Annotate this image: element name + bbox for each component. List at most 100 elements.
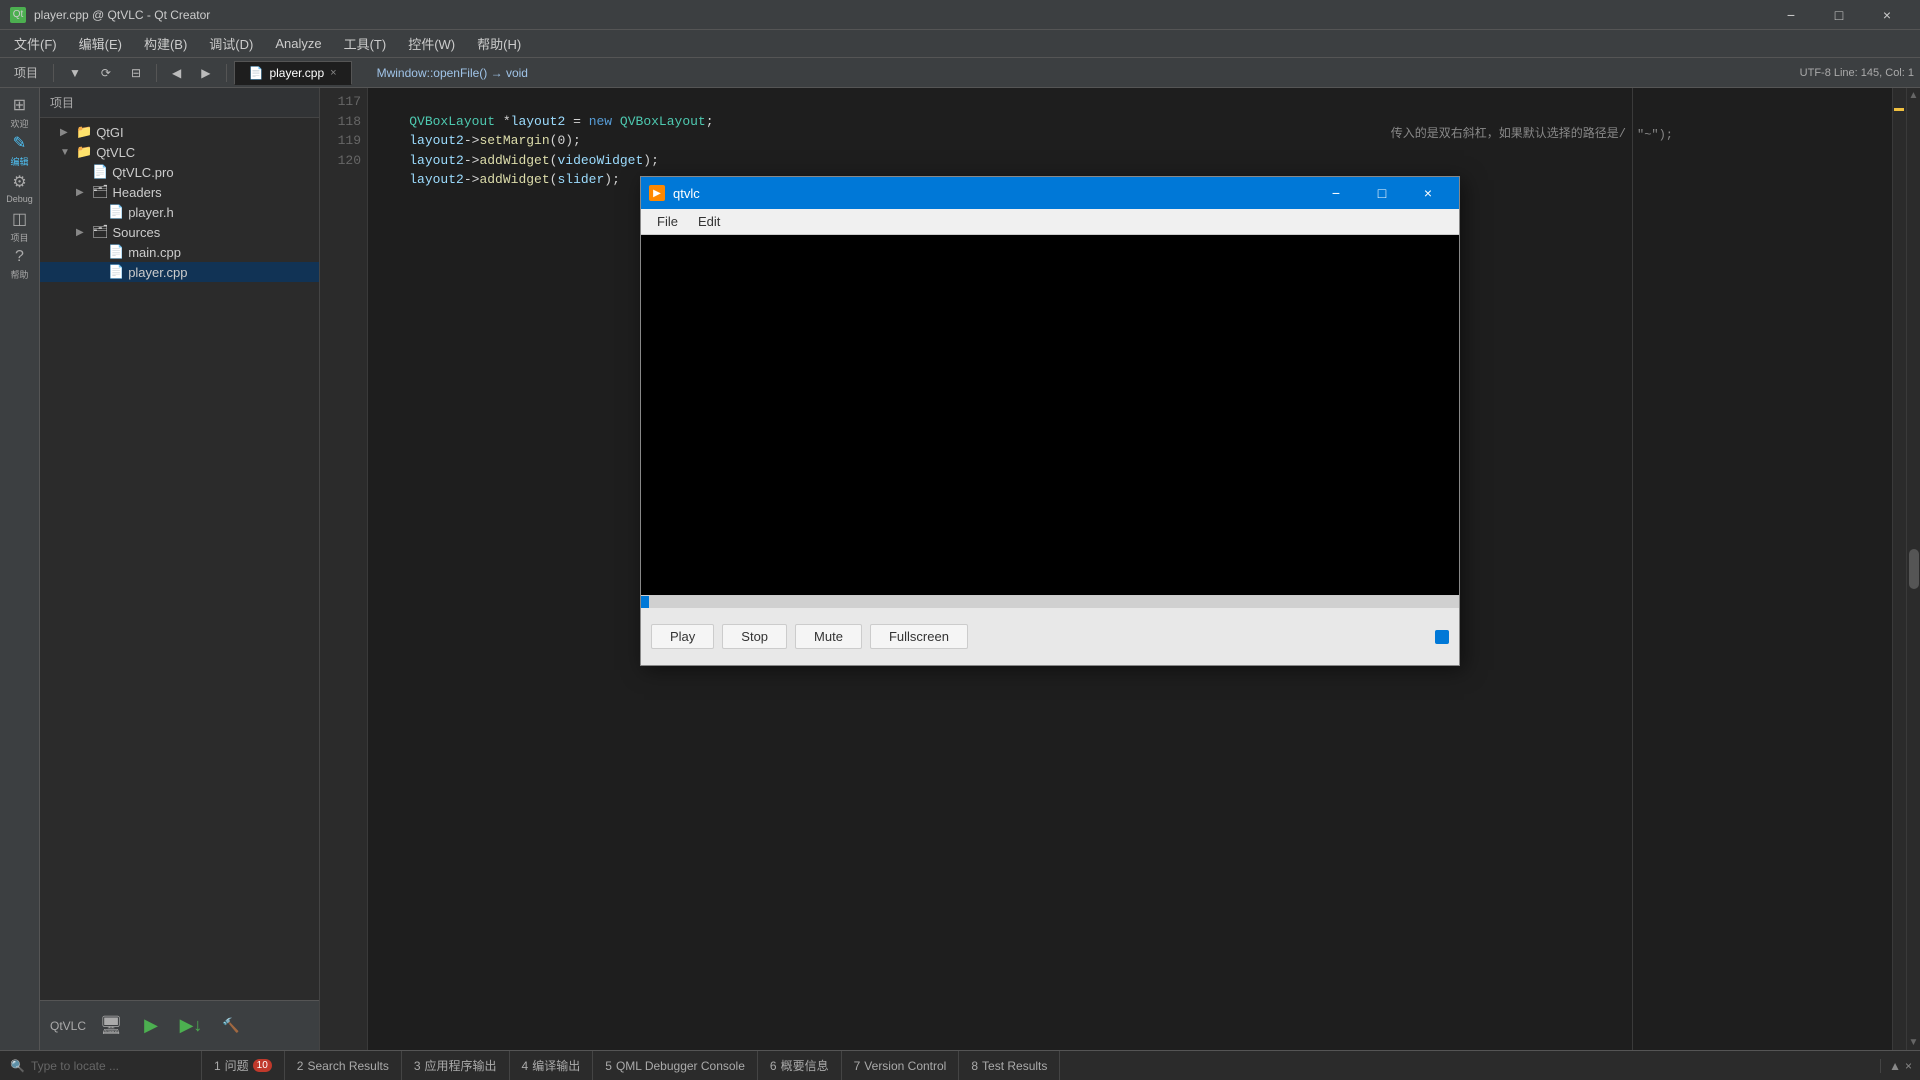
qtvlc-stop-button[interactable]: Stop xyxy=(722,624,787,649)
bottom-tab-test-results[interactable]: 8 Test Results xyxy=(959,1051,1060,1080)
tree-item-qtgi[interactable]: ▶ 📁 QtGI xyxy=(40,122,319,142)
bottom-tab-app-output[interactable]: 3 应用程序输出 xyxy=(402,1051,510,1080)
sources-label: Sources xyxy=(113,225,161,240)
maximize-button[interactable]: □ xyxy=(1816,3,1862,27)
bottom-tab-issues[interactable]: 1 问题 10 xyxy=(202,1051,285,1080)
qml-debugger-num: 5 xyxy=(605,1059,612,1073)
vc-label: Version Control xyxy=(864,1059,946,1073)
tree-item-headers[interactable]: ▶ 🗂 Headers xyxy=(40,182,319,202)
main-cpp-label: main.cpp xyxy=(128,245,181,260)
project-header-label: 项目 xyxy=(50,96,74,110)
bottom-tab-overview[interactable]: 6 概要信息 xyxy=(758,1051,842,1080)
qtvlc-minimize-btn[interactable]: − xyxy=(1313,177,1359,209)
run-button[interactable]: ▶ xyxy=(136,1011,166,1041)
debug-run-button[interactable]: ▶↓ xyxy=(176,1011,206,1041)
search-input[interactable] xyxy=(31,1059,191,1073)
sidebar-item-welcome[interactable]: ⊞ 欢迎 xyxy=(2,94,38,130)
issues-badge: 10 xyxy=(253,1059,272,1072)
toolbar-project-label: 项目 xyxy=(6,62,46,83)
menu-file[interactable]: 文件(F) xyxy=(4,32,67,55)
main-layout: ⊞ 欢迎 ✎ 编辑 ⚙ Debug ◫ 项目 ? 帮助 项目 ▶ 📁 xyxy=(0,88,1920,1050)
qtvlc-menu-edit[interactable]: Edit xyxy=(688,212,730,231)
qtvlc-expand-icon: ▼ xyxy=(60,147,72,158)
tree-item-sources[interactable]: ▶ 🗂 Sources xyxy=(40,222,319,242)
toolbar-sync-btn[interactable]: ⟳ xyxy=(93,64,119,82)
menu-build[interactable]: 构建(B) xyxy=(134,32,197,55)
qtvlc-fullscreen-button[interactable]: Fullscreen xyxy=(870,624,968,649)
window-title: player.cpp @ QtVLC - Qt Creator xyxy=(34,8,1760,22)
menu-debug[interactable]: 调试(D) xyxy=(199,32,263,55)
sidebar-item-edit[interactable]: ✎ 编辑 xyxy=(2,132,38,168)
qtvlc-progress-fill xyxy=(641,596,649,608)
right-margin-scrollbar[interactable] xyxy=(1892,88,1906,1050)
margin-mark-1 xyxy=(1894,108,1904,111)
bottom-tab-qml-debugger[interactable]: 5 QML Debugger Console xyxy=(593,1051,758,1080)
menu-analyze[interactable]: Analyze xyxy=(265,34,331,53)
vertical-scrollbar[interactable]: ▲ ▼ xyxy=(1906,88,1920,1050)
menu-edit[interactable]: 编辑(E) xyxy=(69,32,132,55)
toolbar: 项目 ▼ ⟳ ⊟ ◀ ▶ 📄 player.cpp × Mwindow::ope… xyxy=(0,58,1920,88)
code-line-118: layout2->setMargin(0); xyxy=(378,133,581,148)
side-bottom: QtVLC 🖥 ▶ ▶↓ 🔨 xyxy=(40,1000,319,1050)
qtvlc-progress-bar[interactable] xyxy=(641,596,1459,608)
toolbar-nav-back[interactable]: ◀ xyxy=(164,64,189,82)
scroll-down-arrow[interactable]: ▼ xyxy=(1909,1037,1919,1048)
project-icon: ◫ xyxy=(12,209,27,229)
breadcrumb: Mwindow::openFile() → void xyxy=(357,66,1796,80)
scroll-thumb[interactable] xyxy=(1909,549,1919,589)
sidebar-item-debug[interactable]: ⚙ Debug xyxy=(2,170,38,206)
scroll-up-arrow[interactable]: ▲ xyxy=(1909,90,1919,101)
tree-item-player-h[interactable]: 📄 player.h xyxy=(40,202,319,222)
status-right: UTF-8 Line: 145, Col: 1 xyxy=(1800,67,1914,79)
build-button[interactable]: 🔨 xyxy=(216,1011,246,1041)
toolbar-collapse-btn[interactable]: ⊟ xyxy=(123,64,149,82)
compile-output-num: 4 xyxy=(522,1059,529,1073)
bottom-tab-search-results[interactable]: 2 Search Results xyxy=(285,1051,402,1080)
sidebar-item-project[interactable]: ◫ 项目 xyxy=(2,208,38,244)
tree-item-qtvlc[interactable]: ▼ 📁 QtVLC xyxy=(40,142,319,162)
qtgi-label: QtGI xyxy=(96,125,123,140)
menu-controls[interactable]: 控件(W) xyxy=(398,32,465,55)
qtvlc-pro-file-icon: 📄 xyxy=(92,164,108,180)
tab-close-icon[interactable]: × xyxy=(330,67,336,79)
tree-item-player-cpp[interactable]: 📄 player.cpp xyxy=(40,262,319,282)
issues-tab-label: 问题 xyxy=(225,1057,249,1074)
editor-area: 117 118 119 120 QVBoxLayout *layout2 = n… xyxy=(320,88,1906,1050)
qtvlc-maximize-btn[interactable]: □ xyxy=(1359,177,1405,209)
bottom-expand-btn[interactable]: ▲ xyxy=(1889,1059,1901,1073)
app-output-label: 应用程序输出 xyxy=(425,1057,497,1074)
qtvlc-window[interactable]: ▶ qtvlc − □ × File Edit Play Stop xyxy=(640,176,1460,666)
test-results-num: 8 xyxy=(971,1059,978,1073)
close-button[interactable]: × xyxy=(1864,3,1910,27)
main-cpp-file-icon: 📄 xyxy=(108,244,124,260)
bottom-tab-version-control[interactable]: 7 Version Control xyxy=(842,1051,960,1080)
search-icon: 🔍 xyxy=(10,1059,25,1073)
device-icon[interactable]: 🖥 xyxy=(96,1011,126,1041)
menu-bar: 文件(F) 编辑(E) 构建(B) 调试(D) Analyze 工具(T) 控件… xyxy=(0,30,1920,58)
bottom-right-controls: ▲ × xyxy=(1880,1059,1920,1073)
qtvlc-mute-button[interactable]: Mute xyxy=(795,624,862,649)
qtgi-expand-icon: ▶ xyxy=(60,127,72,138)
player-cpp-label: player.cpp xyxy=(128,265,187,280)
qtvlc-close-btn[interactable]: × xyxy=(1405,177,1451,209)
toolbar-nav-fwd[interactable]: ▶ xyxy=(193,64,218,82)
minimize-button[interactable]: − xyxy=(1768,3,1814,27)
sources-folder-icon: 🗂 xyxy=(92,224,109,240)
tab-icon: 📄 xyxy=(249,66,264,80)
bottom-close-panel-btn[interactable]: × xyxy=(1905,1059,1912,1073)
tree-item-main-cpp[interactable]: 📄 main.cpp xyxy=(40,242,319,262)
qtvlc-menubar: File Edit xyxy=(641,209,1459,235)
sidebar-item-help[interactable]: ? 帮助 xyxy=(2,246,38,282)
bottom-tab-compile-output[interactable]: 4 编译输出 xyxy=(510,1051,594,1080)
project-panel: 项目 ▶ 📁 QtGI ▼ 📁 QtVLC 📄 QtVLC.pro xyxy=(40,88,320,1050)
tree-item-qtvlc-pro[interactable]: 📄 QtVLC.pro xyxy=(40,162,319,182)
qtvlc-play-button[interactable]: Play xyxy=(651,624,714,649)
edit-icon: ✎ xyxy=(13,133,26,153)
menu-help[interactable]: 帮助(H) xyxy=(467,32,531,55)
editor-tab-player-cpp[interactable]: 📄 player.cpp × xyxy=(234,61,352,85)
toolbar-filter-btn[interactable]: ▼ xyxy=(61,64,89,82)
debug-label: Debug xyxy=(6,194,33,204)
menu-tools[interactable]: 工具(T) xyxy=(334,32,397,55)
qtvlc-menu-file[interactable]: File xyxy=(647,212,688,231)
issues-tab-num: 1 xyxy=(214,1059,221,1073)
